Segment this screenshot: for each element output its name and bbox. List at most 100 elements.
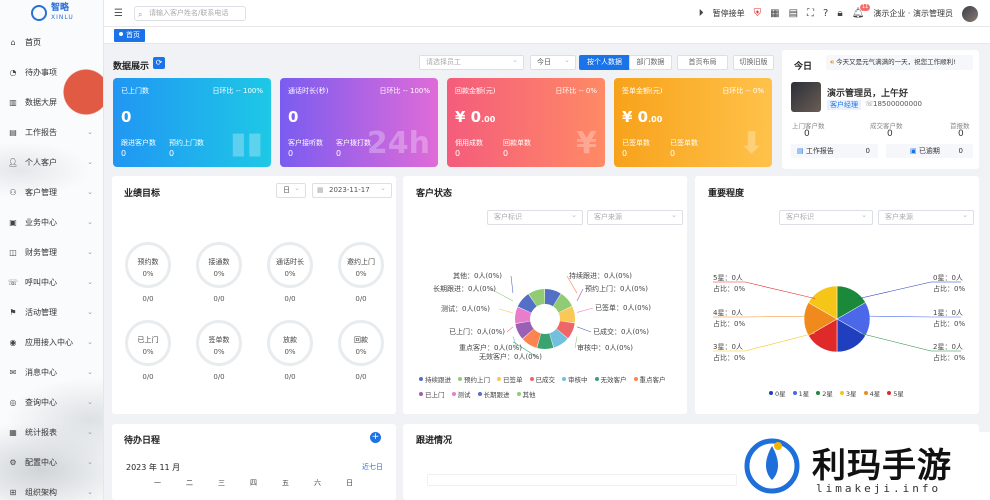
target-ring: 回款 0% <box>338 320 384 366</box>
legend-item[interactable]: 1星 <box>793 388 810 398</box>
sidebar-item-3[interactable]: ▤ 工作报告 ⌄ <box>0 117 103 147</box>
status-legend-row-2: 已上门 测试 长期跟进 其他 <box>419 389 536 399</box>
fullscreen-icon[interactable]: ⛶ <box>807 8 814 19</box>
personal-data-button[interactable]: 按个人数据 <box>579 55 630 70</box>
user-avatar[interactable] <box>791 82 821 112</box>
stat-card-2[interactable]: 回款金额(元) 日环比 -- 0% ¥ 0.00 佣用成数 回款单数 0 0 ¥ <box>447 78 605 167</box>
sidebar-item-12[interactable]: ◎ 查询中心 ⌄ <box>0 387 103 417</box>
home-layout-button[interactable]: 首页布局 <box>677 55 728 70</box>
document-icon[interactable]: ▤ <box>789 8 798 19</box>
sidebar-item-9[interactable]: ⚑ 活动管理 ⌄ <box>0 297 103 327</box>
phone-icon: ☏ <box>8 277 19 287</box>
sidebar-item-0[interactable]: ⌂ 首页 <box>0 27 103 57</box>
sidebar-item-label: 数据大屏 <box>25 97 57 107</box>
unit-select[interactable]: 日 <box>276 182 306 198</box>
sidebar-item-5[interactable]: ⚇ 客户管理 ⌄ <box>0 177 103 207</box>
user-icon: 👤︎ <box>7 157 19 167</box>
legend-item[interactable]: 2星 <box>816 388 833 398</box>
legend-item[interactable]: 其他 <box>517 389 536 399</box>
period-select[interactable]: 今日 <box>530 54 576 70</box>
sidebar-item-4[interactable]: 👤︎ 个人客户 ⌄ <box>0 147 103 177</box>
target-label: 签单数 <box>208 336 230 344</box>
add-schedule-icon[interactable]: + <box>370 432 381 443</box>
work-report-button[interactable]: ▤ 工作报告 0 <box>791 144 878 158</box>
legend-item[interactable]: 长期跟进 <box>478 389 510 399</box>
watermark: 利玛手游 limakeji.info <box>740 432 990 500</box>
legend-item[interactable]: 测试 <box>452 389 471 399</box>
briefcase-icon: ▣ <box>9 217 17 227</box>
legend-item[interactable]: 已成交 <box>530 374 556 384</box>
legend-item[interactable]: 4星 <box>864 388 881 398</box>
legend-item[interactable]: 0星 <box>769 388 786 398</box>
sidebar-item-14[interactable]: ⚙ 配置中心 ⌄ <box>0 447 103 477</box>
greeting: 演示管理员，上午好 <box>827 89 909 99</box>
sidebar-item-8[interactable]: ☏ 呼叫中心 ⌄ <box>0 267 103 297</box>
overdue-button[interactable]: ▣ 已逾期 0 <box>886 144 973 158</box>
shield-icon[interactable]: ⛨ <box>754 8 762 19</box>
org-icon: ⊞ <box>9 487 17 497</box>
department-data-button[interactable]: 部门数据 <box>629 55 672 70</box>
legend-item[interactable]: 无效客户 <box>595 374 627 384</box>
search-input[interactable]: ⌕ 请输入客户姓名/联系电话 <box>134 6 246 21</box>
stat-visit-value: 0 <box>804 129 810 139</box>
importance-share: 占比：0% <box>933 320 966 328</box>
stat-card-sub-value: 0 <box>622 149 628 158</box>
legend-item[interactable]: 已上门 <box>419 389 445 399</box>
sidebar-item-10[interactable]: ◉ 应用接入中心 ⌄ <box>0 327 103 357</box>
status-label: 无效客户：0人(0%) <box>479 353 543 361</box>
label-leader-line <box>498 308 514 314</box>
lock-icon[interactable]: 🔒︎ <box>837 8 842 19</box>
stat-card-sub-value: 0 <box>288 149 294 158</box>
chevron-down-icon: ⌄ <box>87 428 93 436</box>
info-icon[interactable]: ⟳ <box>153 57 165 69</box>
logo-icon <box>31 5 47 21</box>
sidebar-item-2[interactable]: ▥ 数据大屏 <box>0 87 103 117</box>
pause-order-button[interactable]: 暂停接单 <box>713 8 745 19</box>
status-label: 预约上门：0人(0%) <box>585 285 649 293</box>
legend-item[interactable]: 3星 <box>840 388 857 398</box>
stat-card-0[interactable]: 已上门数 日环比 -- 100% 0 跟进客户数 预约上门数 0 0 ▮▮ <box>113 78 271 167</box>
stat-card-value: ¥ 0.00 <box>455 108 496 126</box>
company-user[interactable]: 演示企业 · 演示管理员 <box>873 8 953 19</box>
users-icon: ⚇ <box>9 187 17 197</box>
menu-toggle-icon[interactable]: ☰ <box>114 8 123 19</box>
legend-item[interactable]: 已签单 <box>497 374 523 384</box>
chevron-down-icon: ⌄ <box>87 218 93 226</box>
stat-card-1[interactable]: 通话时长(秒) 日环比 -- 100% 0 客户接听数 客户拨打数 0 0 24… <box>280 78 438 167</box>
tab-home[interactable]: 首页 <box>114 29 145 42</box>
search-icon: ⌕ <box>138 10 143 19</box>
target-percent: 0% <box>355 348 367 356</box>
last-seven-days-link[interactable]: 近七日 <box>362 462 383 472</box>
switch-old-button[interactable]: 切换旧版 <box>733 55 774 70</box>
staff-select[interactable]: 请选择员工 <box>419 54 524 70</box>
stat-card-sub-label: 跟进客户数 <box>121 139 156 147</box>
legend-item[interactable]: 持续跟进 <box>419 374 451 384</box>
help-icon[interactable]: ? <box>823 8 828 19</box>
bell-icon[interactable]: 🔔︎ 11 <box>852 4 871 19</box>
sidebar-item-11[interactable]: ✉ 消息中心 ⌄ <box>0 357 103 387</box>
legend-item[interactable]: 重点客户 <box>634 374 666 384</box>
target-percent: 0% <box>355 270 367 278</box>
sidebar-item-label: 组织架构 <box>25 487 57 497</box>
importance-share: 占比：0% <box>713 320 746 328</box>
logo[interactable]: 智略 XINLU <box>0 0 103 27</box>
sidebar-item-7[interactable]: ◫ 财务管理 ⌄ <box>0 237 103 267</box>
sidebar-item-13[interactable]: ▦ 统计报表 ⌄ <box>0 417 103 447</box>
sidebar-item-1[interactable]: ◔ 待办事项 <box>0 57 103 87</box>
status-label: 已成交：0人(0%) <box>593 328 650 336</box>
target-value: 0/0 <box>142 295 154 303</box>
pause-icon[interactable]: ⏵ <box>699 8 704 19</box>
legend-item[interactable]: 预约上门 <box>458 374 490 384</box>
status-label: 测试：0人(0%) <box>441 305 491 313</box>
calculator-icon[interactable]: ▦ <box>770 8 779 19</box>
chevron-down-icon: ⌄ <box>87 488 93 496</box>
legend-item[interactable]: 审核中 <box>562 374 588 384</box>
avatar[interactable] <box>962 5 978 22</box>
importance-count: 1星：0人 <box>933 309 963 317</box>
sidebar-item-6[interactable]: ▣ 业务中心 ⌄ <box>0 207 103 237</box>
target-value: 0/0 <box>284 295 296 303</box>
stat-card-3[interactable]: 签单金额(元) 日环比 -- 0% ¥ 0.00 已签单数 已签单数 0 0 ⬇ <box>614 78 772 167</box>
date-picker[interactable]: ▦ 2023-11-17 <box>312 182 392 198</box>
legend-item[interactable]: 5星 <box>887 388 904 398</box>
sidebar-item-15[interactable]: ⊞ 组织架构 ⌄ <box>0 477 103 500</box>
